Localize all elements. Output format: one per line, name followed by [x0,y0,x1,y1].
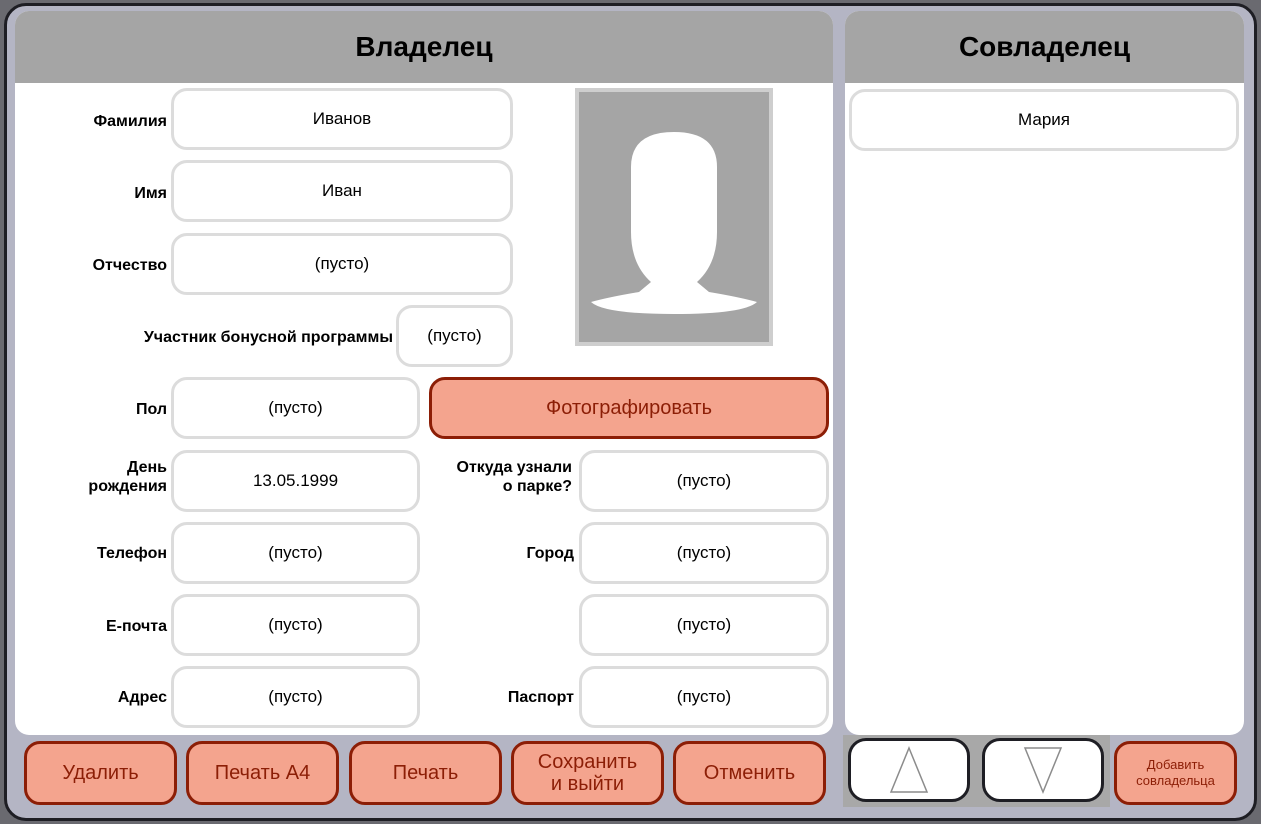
passport-field[interactable]: (пусто) [579,666,829,728]
add-coowner-line1: Добавить [1146,757,1205,772]
photo-frame [575,88,773,346]
passport-label: Паспорт [507,689,574,706]
photograph-button[interactable]: Фотографировать [429,377,829,439]
save-and-exit-line2: и выйти [550,773,625,795]
birthday-field[interactable]: 13.05.1999 [171,450,420,512]
move-up-button[interactable] [848,738,970,802]
address-label: Адрес [117,689,167,706]
cancel-button[interactable]: Отменить [673,741,826,805]
last-name-field[interactable]: Иванов [171,88,513,150]
save-and-exit-button[interactable]: Сохранить и выйти [511,741,664,805]
delete-button[interactable]: Удалить [24,741,177,805]
owner-header: Владелец [15,11,833,83]
gender-field[interactable]: (пусто) [171,377,420,439]
last-name-label: Фамилия [93,113,167,130]
triangle-down-icon [1023,747,1063,794]
email-label: Е-почта [105,618,167,635]
add-coowner-line2: совладельца [1136,773,1215,788]
first-name-field[interactable]: Иван [171,160,513,222]
triangle-up-icon [889,746,929,793]
bonus-program-label: Участник бонусной программы [143,329,393,346]
patronymic-label: Отчество [92,257,167,274]
phone-field[interactable]: (пусто) [171,522,420,584]
move-down-button[interactable] [982,738,1104,802]
coowner-header: Совладелец [845,11,1244,83]
birthday-label: День рождения [55,458,167,496]
city-field[interactable]: (пусто) [579,522,829,584]
email-field[interactable]: (пусто) [171,594,420,656]
bonus-program-field[interactable]: (пусто) [396,305,513,367]
birthday-label-line1: День [127,459,167,476]
unlabeled-field[interactable]: (пусто) [579,594,829,656]
gender-label: Пол [135,401,167,418]
source-field[interactable]: (пусто) [579,450,829,512]
source-label-line2: о парке? [502,478,572,495]
source-label: Откуда узнали о парке? [420,458,573,496]
owner-panel: Владелец Фамилия Иванов Имя Иван Отчеств… [15,11,833,735]
birthday-label-line2: рождения [88,478,167,495]
user-silhouette-icon [591,132,757,314]
source-label-line1: Откуда узнали [456,459,573,476]
address-field[interactable]: (пусто) [171,666,420,728]
print-a4-button[interactable]: Печать А4 [186,741,339,805]
save-and-exit-line1: Сохранить [537,751,638,773]
coowner-list-item[interactable]: Мария [849,89,1239,151]
first-name-label: Имя [134,185,167,202]
coowner-panel: Совладелец Мария [845,11,1244,735]
city-label: Город [526,545,574,562]
add-coowner-button[interactable]: Добавить совладельца [1114,741,1237,805]
patronymic-field[interactable]: (пусто) [171,233,513,295]
print-button[interactable]: Печать [349,741,502,805]
phone-label: Телефон [97,545,167,562]
